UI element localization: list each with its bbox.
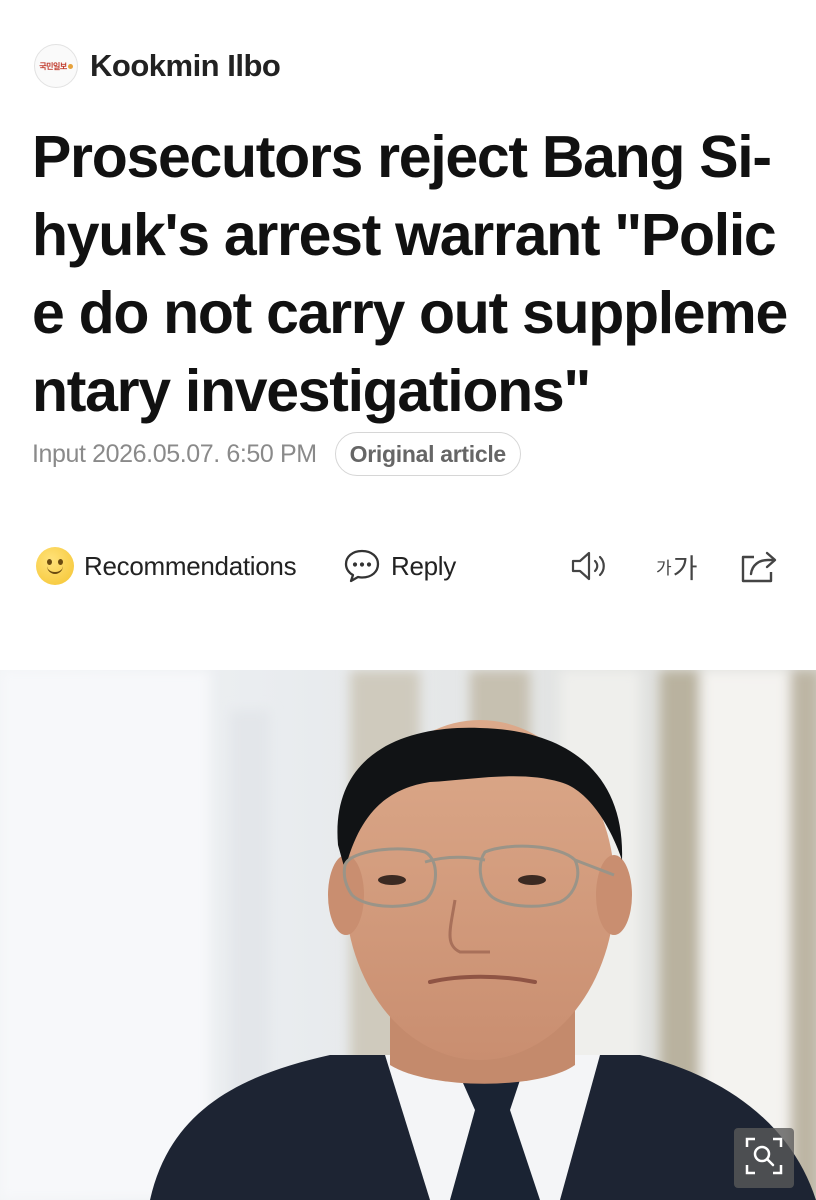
article-action-bar: Recommendations Reply 가 가: [36, 540, 786, 592]
smiley-icon: [36, 547, 74, 585]
publisher-header[interactable]: 국민일보 Kookmin Ilbo: [34, 44, 281, 88]
article-photo-image: [0, 670, 816, 1200]
reply-label: Reply: [391, 550, 456, 581]
font-size-small-glyph: 가: [656, 558, 672, 579]
font-size-icon: 가가: [656, 547, 697, 586]
input-timestamp: Input 2026.05.07. 6:50 PM: [32, 439, 317, 468]
article-headline: Prosecutors reject Bang Si-hyuk's arrest…: [32, 124, 788, 424]
publisher-name[interactable]: Kookmin Ilbo: [90, 48, 281, 84]
publisher-logo[interactable]: 국민일보: [34, 44, 78, 88]
comment-icon: [343, 548, 381, 584]
listen-button[interactable]: [570, 540, 614, 592]
reply-button[interactable]: Reply: [343, 540, 456, 592]
font-size-button[interactable]: 가가: [656, 540, 697, 592]
speaker-icon: [570, 549, 614, 583]
photo-zoom-button[interactable]: [734, 1128, 794, 1188]
share-button[interactable]: [738, 540, 780, 592]
article-page: 국민일보 Kookmin Ilbo Prosecutors reject Ban…: [0, 0, 816, 1200]
zoom-icon: [744, 1136, 784, 1181]
publisher-logo-text: 국민일보: [39, 61, 67, 71]
original-article-button[interactable]: Original article: [334, 432, 521, 476]
article-photo[interactable]: [0, 670, 816, 1200]
recommendations-button[interactable]: Recommendations: [36, 540, 297, 592]
share-icon: [738, 547, 780, 585]
recommendations-label: Recommendations: [84, 550, 297, 581]
article-meta: Input 2026.05.07. 6:50 PM Original artic…: [32, 432, 521, 476]
font-size-big-glyph: 가: [672, 553, 698, 585]
